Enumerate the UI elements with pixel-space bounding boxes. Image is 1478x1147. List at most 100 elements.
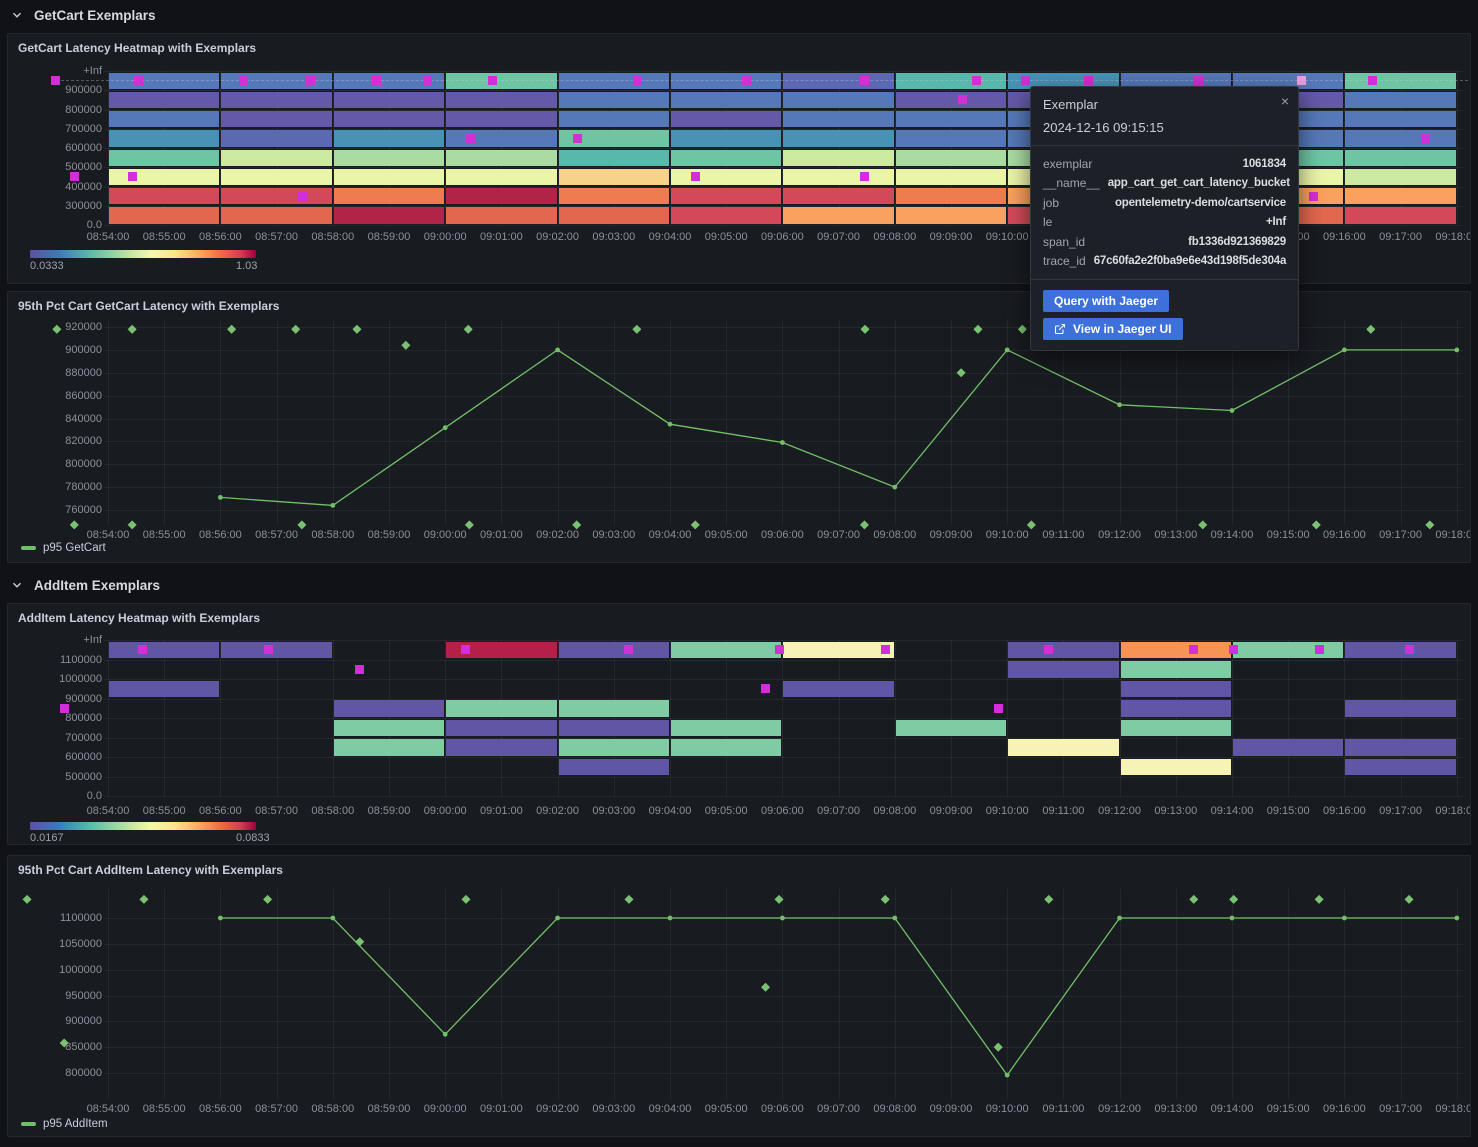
exemplar-marker[interactable] [51, 76, 60, 85]
exemplar-marker[interactable] [128, 172, 137, 181]
heatmap-cell[interactable] [896, 720, 1006, 737]
heatmap-cell[interactable] [559, 92, 669, 108]
heatmap-cell[interactable] [783, 188, 893, 204]
exemplar-diamond[interactable] [297, 520, 306, 529]
exemplar-diamond[interactable] [761, 983, 770, 992]
heatmap-cell[interactable] [1121, 759, 1231, 776]
heatmap-cell[interactable] [559, 739, 669, 756]
heatmap-cell[interactable] [1345, 207, 1455, 223]
exemplar-marker[interactable] [633, 76, 642, 85]
exemplar-marker[interactable] [1309, 192, 1318, 201]
data-point[interactable] [892, 485, 897, 490]
heatmap-cell[interactable] [446, 130, 556, 146]
exemplar-diamond[interactable] [1198, 520, 1207, 529]
query-with-jaeger-button[interactable]: Query with Jaeger [1043, 290, 1169, 312]
series-line[interactable] [220, 350, 1456, 506]
heatmap-cell[interactable] [1121, 661, 1231, 678]
exemplar-marker[interactable] [1194, 76, 1203, 85]
exemplar-diamond[interactable] [860, 325, 869, 334]
view-in-jaeger-button[interactable]: View in Jaeger UI [1043, 318, 1183, 340]
heatmap-cell[interactable] [221, 150, 331, 166]
heatmap-cell[interactable] [896, 207, 1006, 223]
heatmap-cell[interactable] [221, 207, 331, 223]
exemplar-marker[interactable] [264, 645, 273, 654]
exemplar-diamond[interactable] [691, 520, 700, 529]
heatmap-cell[interactable] [221, 642, 331, 659]
data-point[interactable] [1342, 348, 1347, 353]
heatmap-cell[interactable] [671, 150, 781, 166]
heatmap-cell[interactable] [896, 111, 1006, 127]
heatmap-cell[interactable] [446, 207, 556, 223]
exemplar-diamond[interactable] [401, 341, 410, 350]
heatmap-cell[interactable] [109, 130, 219, 146]
exemplar-marker[interactable] [775, 645, 784, 654]
heatmap-cell[interactable] [896, 150, 1006, 166]
data-point[interactable] [892, 916, 897, 921]
exemplar-marker[interactable] [488, 76, 497, 85]
heatmap-cell[interactable] [446, 700, 556, 717]
data-point[interactable] [1117, 916, 1122, 921]
heatmap-cell[interactable] [1345, 150, 1455, 166]
exemplar-diamond[interactable] [1425, 520, 1434, 529]
heatmap-cell[interactable] [896, 130, 1006, 146]
exemplar-marker[interactable] [881, 645, 890, 654]
heatmap-cell[interactable] [671, 720, 781, 737]
exemplar-marker[interactable] [355, 665, 364, 674]
data-point[interactable] [780, 440, 785, 445]
exemplar-marker[interactable] [573, 134, 582, 143]
exemplar-diamond[interactable] [70, 520, 79, 529]
exemplar-diamond[interactable] [464, 325, 473, 334]
heatmap-cell[interactable] [109, 111, 219, 127]
heatmap-cell[interactable] [783, 130, 893, 146]
heatmap-cell[interactable] [1345, 739, 1455, 756]
exemplar-marker[interactable] [1229, 645, 1238, 654]
heatmap-cell[interactable] [559, 759, 669, 776]
heatmap-cell[interactable] [1008, 661, 1118, 678]
data-point[interactable] [555, 916, 560, 921]
exemplar-marker[interactable] [423, 76, 432, 85]
exemplar-diamond[interactable] [461, 895, 470, 904]
heatmap-cell[interactable] [559, 700, 669, 717]
heatmap-cell[interactable] [446, 720, 556, 737]
heatmap-cell[interactable] [221, 92, 331, 108]
exemplar-marker[interactable] [1044, 645, 1053, 654]
exemplar-diamond[interactable] [1229, 895, 1238, 904]
close-icon[interactable]: × [1281, 94, 1289, 108]
exemplar-diamond[interactable] [352, 325, 361, 334]
heatmap-cell[interactable] [1121, 720, 1231, 737]
data-point[interactable] [1005, 1073, 1010, 1078]
heatmap-cell[interactable] [109, 169, 219, 185]
exemplar-diamond[interactable] [1312, 520, 1321, 529]
heatmap-cell[interactable] [334, 92, 444, 108]
series-line[interactable] [220, 918, 1456, 1075]
exemplar-diamond[interactable] [994, 1043, 1003, 1052]
heatmap-cell[interactable] [221, 111, 331, 127]
exemplar-marker[interactable] [134, 76, 143, 85]
heatmap-cell[interactable] [671, 642, 781, 659]
exemplar-diamond[interactable] [128, 325, 137, 334]
exemplar-diamond[interactable] [973, 325, 982, 334]
heatmap-cell[interactable] [671, 207, 781, 223]
heatmap-cell[interactable] [1345, 111, 1455, 127]
exemplar-marker[interactable] [70, 172, 79, 181]
heatmap-cell[interactable] [446, 188, 556, 204]
exemplar-marker[interactable] [1405, 645, 1414, 654]
exemplar-marker[interactable] [138, 645, 147, 654]
heatmap-cell[interactable] [1121, 700, 1231, 717]
heatmap-cell[interactable] [1121, 681, 1231, 698]
heatmap-cell[interactable] [559, 188, 669, 204]
exemplar-diamond[interactable] [1189, 895, 1198, 904]
heatmap-cell[interactable] [446, 111, 556, 127]
exemplar-marker[interactable] [1297, 76, 1306, 85]
heatmap-cell[interactable] [109, 92, 219, 108]
heatmap-cell[interactable] [109, 207, 219, 223]
heatmap-cell[interactable] [783, 92, 893, 108]
exemplar-marker[interactable] [958, 95, 967, 104]
exemplar-marker[interactable] [1084, 76, 1093, 85]
exemplar-marker[interactable] [860, 76, 869, 85]
exemplar-diamond[interactable] [60, 1039, 69, 1048]
exemplar-diamond[interactable] [263, 895, 272, 904]
data-point[interactable] [1454, 916, 1459, 921]
exemplar-diamond[interactable] [291, 325, 300, 334]
exemplar-marker[interactable] [1189, 645, 1198, 654]
